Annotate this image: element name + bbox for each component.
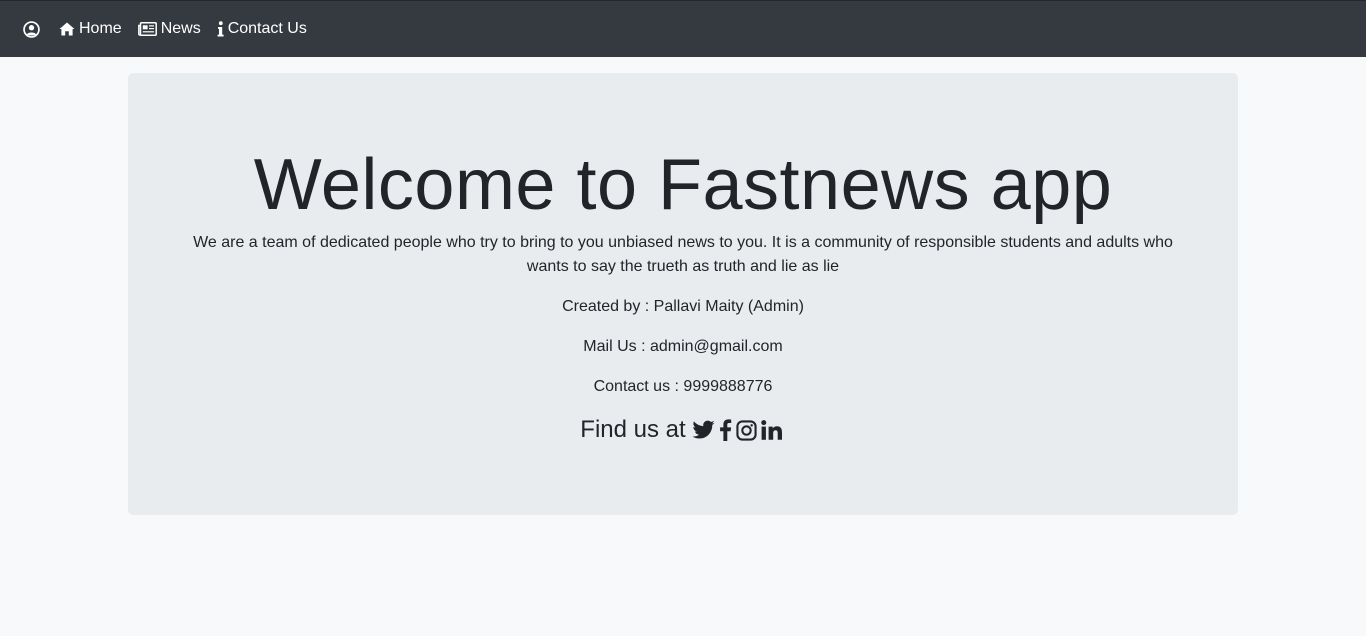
mail-text: Mail Us : admin@gmail.com (583, 338, 783, 355)
linkedin-icon (760, 420, 782, 440)
twitter-icon (692, 420, 715, 440)
page-title: Welcome to Fastnews app (253, 145, 1113, 225)
instagram-icon (736, 419, 757, 441)
nav-home[interactable]: Home (59, 20, 122, 38)
nav-home-label: Home (79, 20, 122, 37)
created-by-text: Created by : Pallavi Maity (Admin) (562, 298, 804, 315)
contact-text: Contact us : 9999888776 (593, 378, 773, 395)
top-navbar: Home News Contact Us (0, 0, 1366, 57)
facebook-icon (719, 419, 732, 441)
user-circle-icon (23, 20, 40, 38)
nav-contact-us-label: Contact Us (227, 20, 307, 37)
welcome-jumbotron: Welcome to Fastnews app We are a team of… (128, 73, 1238, 515)
nav-news[interactable]: News (137, 20, 201, 38)
nav-contact-us[interactable]: Contact Us (217, 20, 307, 38)
find-us-label: Find us at (580, 416, 686, 443)
instagram-link[interactable] (736, 419, 757, 441)
profile-link[interactable] (23, 20, 44, 38)
nav-news-label: News (160, 20, 201, 37)
info-icon (217, 21, 224, 37)
newspaper-icon (137, 22, 157, 36)
home-icon (59, 22, 75, 36)
facebook-link[interactable] (719, 419, 732, 441)
find-us-row: Find us at (128, 412, 1238, 448)
about-description: We are a team of dedicated people who tr… (193, 234, 1173, 275)
twitter-link[interactable] (692, 420, 715, 440)
linkedin-link[interactable] (760, 420, 782, 440)
